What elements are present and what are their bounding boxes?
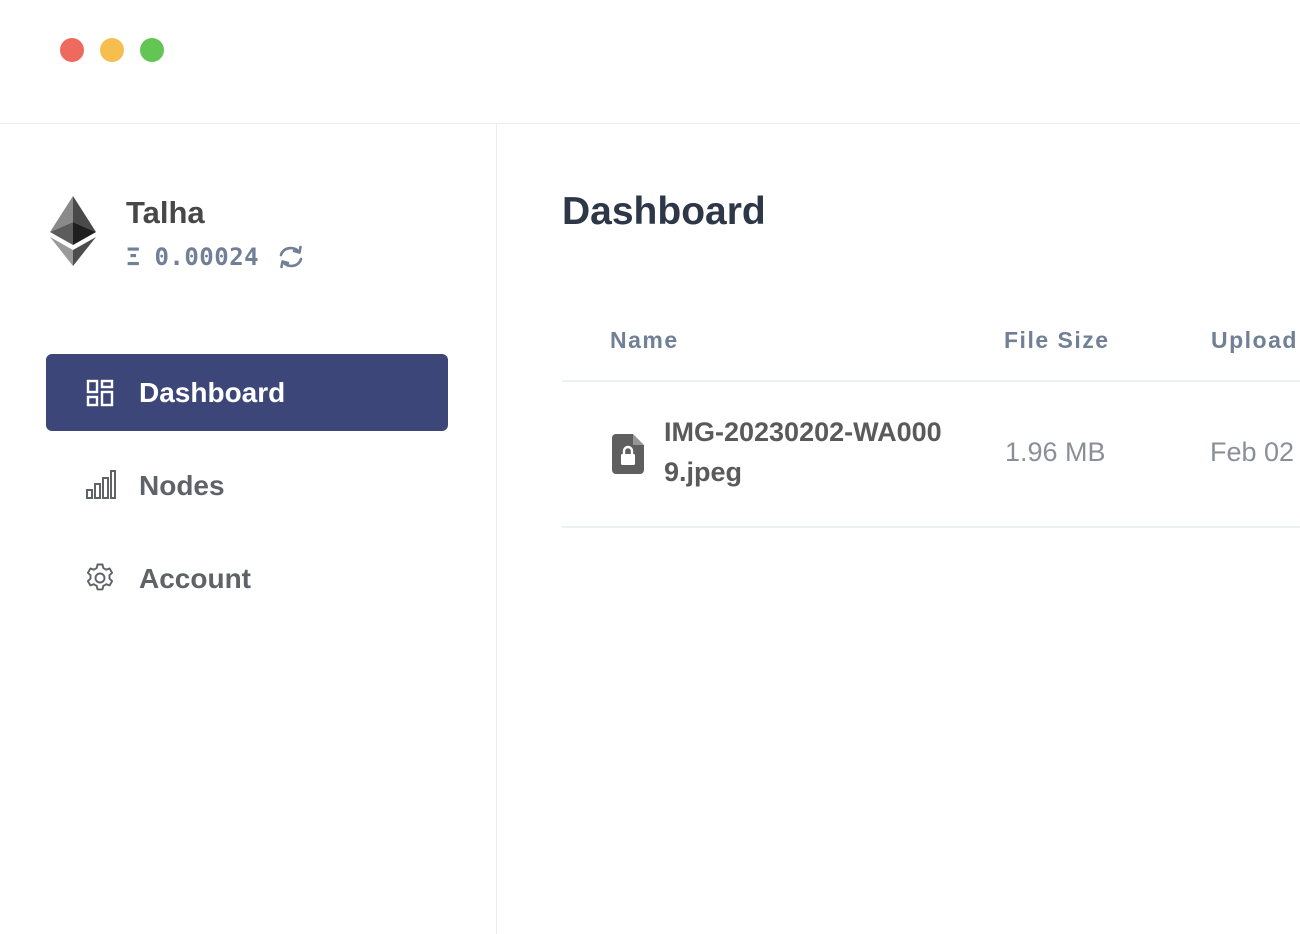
file-size: 1.96 MB	[1005, 437, 1106, 467]
sidebar-item-label: Dashboard	[139, 376, 286, 408]
currency-symbol: Ξ	[126, 243, 141, 271]
wallet-balance: 0.00024	[154, 243, 260, 271]
column-header-upload[interactable]: Upload	[1211, 327, 1298, 354]
bar-chart-icon	[86, 470, 116, 499]
sidebar-nav: Dashboard Nodes Account	[46, 354, 448, 633]
column-header-file-size[interactable]: File Size	[1004, 327, 1110, 354]
column-header-name[interactable]: Name	[610, 327, 679, 354]
user-name: Talha	[126, 195, 205, 230]
close-window-button[interactable]	[60, 38, 84, 62]
dashboard-grid-icon	[86, 379, 114, 407]
gear-icon	[86, 563, 114, 591]
sidebar-item-label: Account	[139, 562, 251, 594]
files-table: Name File Size Upload IMG-20230202-WA000…	[562, 314, 1300, 528]
refresh-icon[interactable]	[277, 243, 305, 271]
app-window: Talha Ξ 0.00024 Dashboard Nodes Account …	[0, 0, 1300, 934]
upload-date: Feb 02	[1210, 437, 1295, 467]
table-header: Name File Size Upload	[562, 314, 1300, 382]
balance-row: Ξ 0.00024	[126, 242, 305, 272]
minimize-window-button[interactable]	[100, 38, 124, 62]
main-content: Dashboard Name File Size Upload IMG-2023…	[497, 124, 1300, 934]
sidebar-item-account[interactable]: Account	[46, 540, 448, 617]
sidebar-item-nodes[interactable]: Nodes	[46, 447, 448, 524]
title-bar	[0, 0, 1300, 124]
profile-section: Talha Ξ 0.00024	[50, 195, 470, 276]
maximize-window-button[interactable]	[140, 38, 164, 62]
ethereum-icon	[50, 196, 96, 266]
sidebar: Talha Ξ 0.00024 Dashboard Nodes Account	[0, 124, 497, 934]
table-row[interactable]: IMG-20230202-WA0009.jpeg 1.96 MB Feb 02	[562, 382, 1300, 528]
sidebar-item-dashboard[interactable]: Dashboard	[46, 354, 448, 431]
sidebar-item-label: Nodes	[139, 469, 225, 501]
file-name: IMG-20230202-WA0009.jpeg	[664, 417, 942, 487]
locked-file-icon	[612, 434, 644, 474]
page-title: Dashboard	[562, 190, 766, 233]
